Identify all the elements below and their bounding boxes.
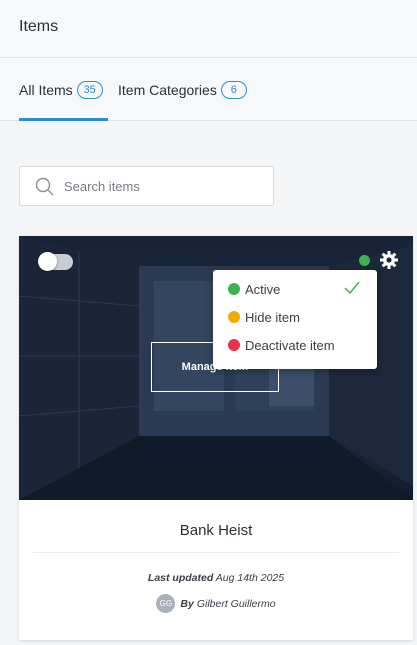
author-line: GG By Gilbert Guillermo: [19, 594, 413, 613]
menu-item-hide-label: Hide item: [245, 309, 300, 325]
last-updated-label: Last updated: [147, 572, 214, 584]
menu-item-deactivate[interactable]: Deactivate item: [213, 331, 377, 359]
tab-bar: All Items 35 Item Categories 6: [0, 58, 417, 121]
avatar: GG: [156, 594, 176, 613]
last-updated: Last updated Aug 14th 2025: [19, 572, 413, 584]
search-icon: [35, 177, 54, 195]
author-name: Gilbert Guillermo: [196, 597, 276, 610]
hide-status-dot: [228, 311, 240, 323]
page-title: Items: [19, 18, 59, 35]
search-input[interactable]: [62, 177, 256, 195]
card-divider: [33, 552, 399, 553]
last-updated-value: Aug 14th 2025: [215, 572, 285, 584]
status-dropdown-menu: Active Hide item Deactivate item: [213, 270, 377, 369]
page-header: Items: [0, 0, 417, 58]
tab-item-categories[interactable]: Item Categories 6: [118, 58, 247, 121]
tab-all-items[interactable]: All Items 35: [19, 58, 108, 121]
search-box[interactable]: [19, 166, 274, 206]
menu-item-active[interactable]: Active: [213, 275, 377, 303]
menu-item-deactivate-label: Deactivate item: [245, 337, 335, 353]
tab-item-categories-count: 6: [220, 80, 247, 99]
menu-item-active-label: Active: [245, 281, 281, 297]
tab-all-items-count: 35: [76, 80, 103, 99]
status-indicator: [359, 255, 370, 266]
author-by-label: By: [180, 597, 194, 610]
active-status-dot: [228, 283, 240, 295]
toggle-knob: [38, 252, 57, 271]
tab-item-categories-label: Item Categories: [118, 81, 217, 98]
menu-item-hide[interactable]: Hide item: [213, 303, 377, 331]
item-title: Bank Heist: [179, 522, 253, 539]
deactivate-status-dot: [228, 339, 240, 351]
gear-icon[interactable]: [379, 250, 399, 270]
tab-all-items-label: All Items: [19, 81, 73, 98]
checkmark-icon: [344, 281, 360, 295]
item-visibility-toggle[interactable]: [38, 252, 73, 271]
